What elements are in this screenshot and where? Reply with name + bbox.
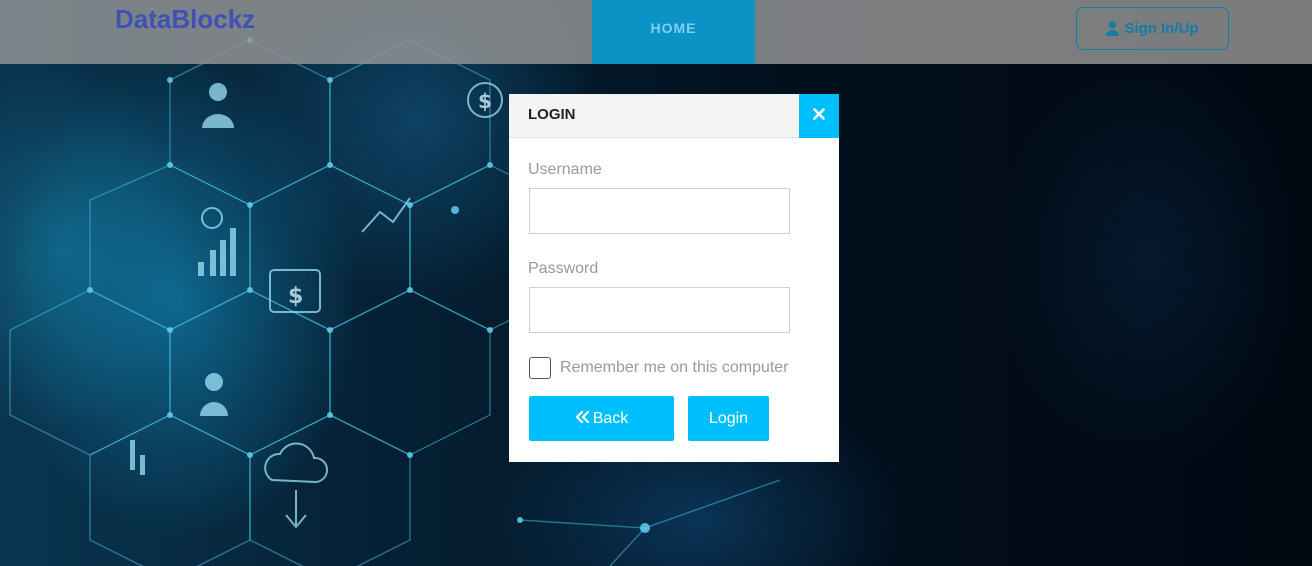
user-icon	[1106, 21, 1120, 36]
login-button[interactable]: Login	[688, 396, 769, 441]
password-label: Password	[528, 260, 599, 277]
back-button[interactable]: Back	[529, 396, 674, 441]
modal-title: LOGIN	[528, 106, 576, 123]
username-input[interactable]	[529, 188, 790, 234]
login-modal: LOGIN Username Password Remember me on t…	[509, 94, 839, 462]
username-label: Username	[528, 161, 602, 178]
remember-me-checkbox[interactable]	[529, 357, 551, 379]
modal-header: LOGIN	[509, 94, 839, 138]
login-button-label: Login	[708, 409, 749, 427]
svg-text:$: $	[288, 284, 303, 309]
page: $ $ DataBlockz HOME Sign In/Up LOGIN Use…	[0, 0, 1312, 566]
remember-me-row: Remember me on this computer	[529, 357, 789, 379]
svg-text:$: $	[478, 89, 492, 113]
double-chevron-left-icon	[575, 410, 589, 428]
password-input[interactable]	[529, 287, 790, 333]
top-navbar: DataBlockz HOME Sign In/Up	[0, 0, 1312, 64]
close-button[interactable]	[799, 94, 839, 138]
remember-me-label[interactable]: Remember me on this computer	[560, 359, 789, 377]
sign-in-up-button[interactable]: Sign In/Up	[1076, 7, 1229, 50]
back-button-label: Back	[592, 409, 629, 427]
close-icon	[813, 107, 825, 125]
nav-item-home[interactable]: HOME	[592, 0, 755, 64]
sign-in-up-label: Sign In/Up	[1124, 20, 1199, 37]
brand-logo[interactable]: DataBlockz	[115, 4, 255, 35]
